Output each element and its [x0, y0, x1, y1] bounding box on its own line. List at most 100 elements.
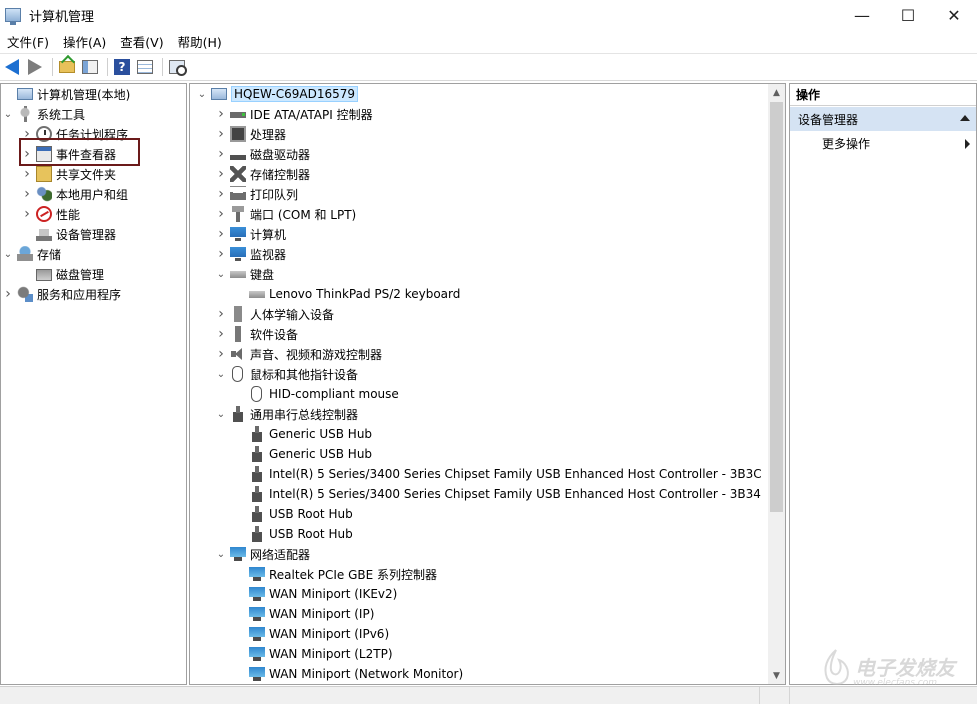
device-tree-item[interactable]: ⌄ HQEW-C69AD16579	[196, 84, 359, 104]
device-tree-item[interactable]: WAN Miniport (L2TP)	[234, 644, 393, 664]
actions-section-label: 设备管理器	[798, 112, 859, 127]
device-tree-item[interactable]: Realtek PCIe GBE 系列控制器	[234, 564, 437, 584]
expand-chevron-right-icon[interactable]: ›	[2, 284, 14, 304]
device-tree-item[interactable]: ⌄ 通用串行总线控制器	[215, 404, 358, 424]
forward-button[interactable]	[25, 57, 45, 77]
device-tree-item[interactable]: Lenovo ThinkPad PS/2 keyboard	[234, 284, 460, 304]
left-tree-item[interactable]: ⌄ 存储	[2, 244, 61, 264]
properties-button[interactable]	[135, 57, 155, 77]
device-tree-item[interactable]: › IDE ATA/ATAPI 控制器	[215, 104, 373, 124]
device-tree-item[interactable]: › 人体学输入设备	[215, 304, 334, 324]
device-tree-label: 监视器	[250, 247, 287, 262]
expand-chevron-right-icon[interactable]: ›	[215, 224, 227, 244]
menu-file[interactable]: 文件(F)	[0, 32, 56, 51]
device-tree-item[interactable]: ⌄ 键盘	[215, 264, 274, 284]
device-tree-item[interactable]: WAN Miniport (IP)	[234, 604, 374, 624]
expand-chevron-down-icon[interactable]: ⌄	[196, 84, 208, 104]
left-tree-item[interactable]: › 本地用户和组	[21, 184, 128, 204]
device-tree-item[interactable]: › 处理器	[215, 124, 286, 144]
device-tree-item[interactable]: ⌄ 网络适配器	[215, 544, 310, 564]
status-segment	[0, 687, 760, 704]
more-actions-item[interactable]: 更多操作	[822, 132, 976, 154]
device-tree-item[interactable]: WAN Miniport (Network Monitor)	[234, 664, 463, 684]
left-tree-item[interactable]: › 服务和应用程序	[2, 284, 121, 304]
device-tree-item[interactable]: HID-compliant mouse	[234, 384, 399, 404]
monitor-icon	[230, 226, 246, 242]
network-adapter-icon	[249, 626, 265, 642]
scrollbar-thumb[interactable]	[770, 102, 783, 512]
device-tree-item[interactable]: › 软件设备	[215, 324, 298, 344]
expand-chevron-right-icon[interactable]: ›	[215, 304, 227, 324]
device-tree-item[interactable]: USB Root Hub	[234, 504, 353, 524]
device-tree-item[interactable]: Intel(R) 5 Series/3400 Series Chipset Fa…	[234, 464, 762, 484]
expand-chevron-down-icon[interactable]: ⌄	[215, 404, 227, 424]
left-tree-item[interactable]: 计算机管理(本地)	[2, 84, 130, 104]
left-tree-item[interactable]: 磁盘管理	[21, 264, 104, 284]
scroll-up-icon[interactable]: ▲	[768, 84, 785, 101]
left-tree-item[interactable]: › 共享文件夹	[21, 164, 116, 184]
device-tree-label: WAN Miniport (IKEv2)	[269, 587, 398, 601]
expand-chevron-down-icon[interactable]: ⌄	[215, 544, 227, 564]
back-button[interactable]	[2, 57, 22, 77]
left-tree-item[interactable]: ⌄ 系统工具	[2, 104, 85, 124]
toolbar-separator	[162, 58, 163, 76]
device-tree-item[interactable]: › 监视器	[215, 244, 286, 264]
device-tree-item[interactable]: WAN Miniport (IPv6)	[234, 624, 389, 644]
expand-chevron-down-icon[interactable]: ⌄	[215, 364, 227, 384]
expand-chevron-right-icon[interactable]: ›	[215, 204, 227, 224]
watermark-url: www.elecfans.com	[853, 678, 938, 688]
window-title: 计算机管理	[29, 9, 95, 25]
device-tree-item[interactable]: › 存储控制器	[215, 164, 310, 184]
scroll-down-icon[interactable]: ▼	[768, 667, 785, 684]
expand-chevron-down-icon[interactable]: ⌄	[215, 264, 227, 284]
device-tree-item[interactable]: › 打印队列	[215, 184, 298, 204]
device-tree-item[interactable]: Intel(R) 5 Series/3400 Series Chipset Fa…	[234, 484, 761, 504]
close-button[interactable]: ✕	[931, 0, 977, 30]
device-tree-item[interactable]: › 端口 (COM 和 LPT)	[215, 204, 356, 224]
device-tree-item[interactable]: Generic USB Hub	[234, 424, 372, 444]
up-one-level-button[interactable]	[57, 57, 77, 77]
scan-hardware-button[interactable]	[167, 57, 187, 77]
expand-chevron-right-icon[interactable]: ›	[21, 164, 33, 184]
left-tree-item[interactable]: › 性能	[21, 204, 80, 224]
left-tree-item[interactable]: 设备管理器	[21, 224, 116, 244]
watermark: 电子发烧友 www.elecfans.com	[819, 648, 959, 694]
show-hide-console-tree-button[interactable]	[80, 57, 100, 77]
share-icon	[36, 166, 52, 182]
status-segment	[760, 687, 790, 704]
device-tree-item[interactable]: USB Root Hub	[234, 524, 353, 544]
vertical-scrollbar[interactable]: ▲ ▼	[768, 84, 785, 684]
disk-icon	[36, 269, 52, 281]
expand-chevron-down-icon[interactable]: ⌄	[2, 244, 14, 264]
expand-chevron-right-icon[interactable]: ›	[215, 144, 227, 164]
expand-chevron-down-icon[interactable]: ⌄	[2, 104, 14, 124]
expand-chevron-right-icon[interactable]: ›	[215, 104, 227, 124]
expand-chevron-right-icon[interactable]: ›	[21, 184, 33, 204]
menu-view[interactable]: 查看(V)	[113, 32, 170, 51]
expand-chevron-right-icon[interactable]: ›	[215, 244, 227, 264]
expand-chevron-right-icon[interactable]: ›	[215, 164, 227, 184]
maximize-button[interactable]: ☐	[885, 0, 931, 30]
device-tree-item[interactable]: › 计算机	[215, 224, 286, 244]
device-tree-item[interactable]: Generic USB Hub	[234, 444, 372, 464]
expand-chevron-right-icon[interactable]: ›	[215, 324, 227, 344]
device-tree-item[interactable]: › 声音、视频和游戏控制器	[215, 344, 382, 364]
expand-chevron-right-icon[interactable]: ›	[215, 124, 227, 144]
help-button[interactable]: ?	[112, 57, 132, 77]
actions-section-device-manager[interactable]: 设备管理器	[790, 107, 976, 131]
device-tree-item[interactable]: WAN Miniport (IKEv2)	[234, 584, 397, 604]
menu-help[interactable]: 帮助(H)	[171, 32, 229, 51]
device-tree-item[interactable]: ⌄ 鼠标和其他指针设备	[215, 364, 358, 384]
services-icon	[17, 286, 33, 302]
device-tree-item[interactable]: › 磁盘驱动器	[215, 144, 310, 164]
expand-chevron-right-icon[interactable]: ›	[215, 184, 227, 204]
collapse-up-icon[interactable]	[960, 115, 970, 121]
expand-chevron-right-icon[interactable]: ›	[215, 344, 227, 364]
expand-chevron-right-icon[interactable]: ›	[21, 204, 33, 224]
menu-action[interactable]: 操作(A)	[56, 32, 113, 51]
minimize-button[interactable]: —	[839, 0, 885, 30]
